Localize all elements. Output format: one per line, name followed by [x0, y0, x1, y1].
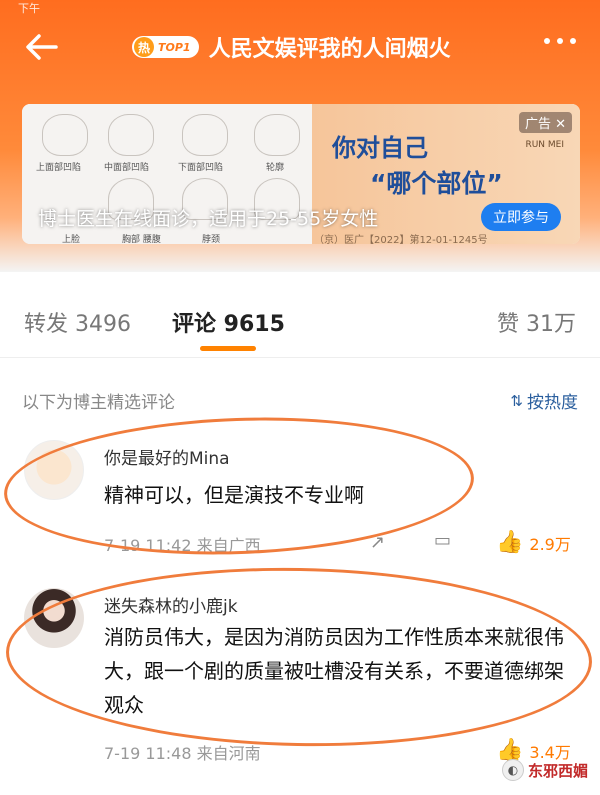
active-tab-indicator: [200, 346, 256, 351]
comment-meta: 7-19 11:48 来自河南: [104, 740, 261, 764]
share-icon[interactable]: ↗: [370, 532, 385, 553]
comment-meta: 7-19 11:42 来自广西: [104, 532, 261, 556]
like-button[interactable]: 👍 2.9万: [496, 530, 571, 555]
comment-source: 来自河南: [196, 744, 261, 763]
like-count: 2.9万: [529, 534, 571, 554]
ad-headline: 你对自己: [332, 134, 428, 162]
ad-close-tag[interactable]: 广告 ✕: [518, 112, 572, 133]
comment-time: 7-19 11:48: [104, 744, 192, 763]
sort-button[interactable]: ⇅ 按热度: [510, 388, 578, 414]
face-illustration: [254, 114, 300, 156]
face-label: 上脸: [62, 235, 81, 244]
watermark: ◐ 东邪西媚: [501, 759, 588, 781]
status-bar: 下午: [18, 2, 40, 15]
tab-bar: 转发 3496 评论 9615 赞 31万: [0, 284, 600, 358]
face-label: 上面部凹陷: [36, 163, 82, 173]
comment-time: 7-19 11:42: [104, 536, 192, 555]
hot-rank: TOP1: [158, 40, 191, 54]
face-label: 脖颈: [202, 235, 221, 244]
ad-headline-emphasis: “哪个部位”: [370, 169, 503, 198]
title-bar: 热 TOP1 人民文娱评我的人间烟火: [132, 30, 451, 64]
back-arrow-icon[interactable]: [22, 30, 62, 64]
avatar[interactable]: [24, 588, 84, 648]
tab-comment[interactable]: 评论 9615: [172, 306, 285, 338]
face-label: 下面部凹陷: [178, 163, 224, 173]
comment-text: 消防员伟大，是因为消防员因为工作性质本来就很伟大，跟一个剧的质量被吐槽没有关系，…: [104, 625, 564, 717]
comment-username[interactable]: 你是最好的Mina: [104, 444, 230, 469]
tab-like[interactable]: 赞 31万: [497, 306, 576, 338]
more-dots-icon[interactable]: [544, 38, 576, 44]
comment-text: 精神可以，但是演技不专业啊: [104, 483, 364, 507]
comment-item: 你是最好的Mina 精神可以，但是演技不专业啊 7-19 11:42 来自广西 …: [0, 440, 600, 560]
face-illustration: [108, 114, 154, 156]
filter-label: 以下为博主精选评论: [22, 393, 175, 413]
face-label: 轮廓: [266, 163, 285, 173]
wechat-icon: ◐: [501, 759, 524, 781]
face-label: 胸部 腰腹: [122, 235, 161, 244]
watermark-text: 东邪西媚: [527, 761, 588, 780]
face-label: 中面部凹陷: [104, 163, 150, 173]
sort-label: 按热度: [527, 393, 578, 413]
hot-fire-icon: 热: [134, 37, 154, 57]
reply-icon[interactable]: ▭: [434, 530, 451, 551]
hot-badge: 热 TOP1: [132, 36, 199, 58]
page-title: 人民文娱评我的人间烟火: [208, 37, 451, 62]
sort-icon: ⇅: [510, 391, 523, 410]
face-illustration: [42, 114, 88, 156]
ad-tag-label: 广告: [524, 117, 551, 132]
comment-item: 迷失森林的小鹿jk 消防员伟大，是因为消防员因为工作性质本来就很伟大，跟一个剧的…: [0, 588, 600, 768]
thumb-up-icon: 👍: [496, 530, 524, 555]
ad-brand-logo: RUN MEI: [525, 140, 564, 150]
ad-banner[interactable]: 上面部凹陷 中面部凹陷 下面部凹陷 轮廓 上脸 胸部 腰腹 脖颈 你对自己 “哪…: [22, 104, 580, 244]
top-header: 下午 热 TOP1 人民文娱评我的人间烟火 上面部凹陷 中面部凹陷 下面部凹陷 …: [0, 0, 600, 272]
avatar[interactable]: [24, 440, 84, 500]
ad-cta-button[interactable]: 立即参与: [481, 203, 561, 231]
comment-filter-row: 以下为博主精选评论 ⇅ 按热度: [0, 382, 600, 418]
comment-source: 来自广西: [196, 536, 261, 555]
tab-repost[interactable]: 转发 3496: [24, 306, 131, 338]
ad-license: （京）医广【2022】第12-01-1245号: [314, 235, 488, 244]
face-illustration: [182, 114, 228, 156]
comment-username[interactable]: 迷失森林的小鹿jk: [104, 592, 238, 617]
ad-caption: 博士医生在线面诊，适用于25-55岁女性: [38, 208, 379, 230]
